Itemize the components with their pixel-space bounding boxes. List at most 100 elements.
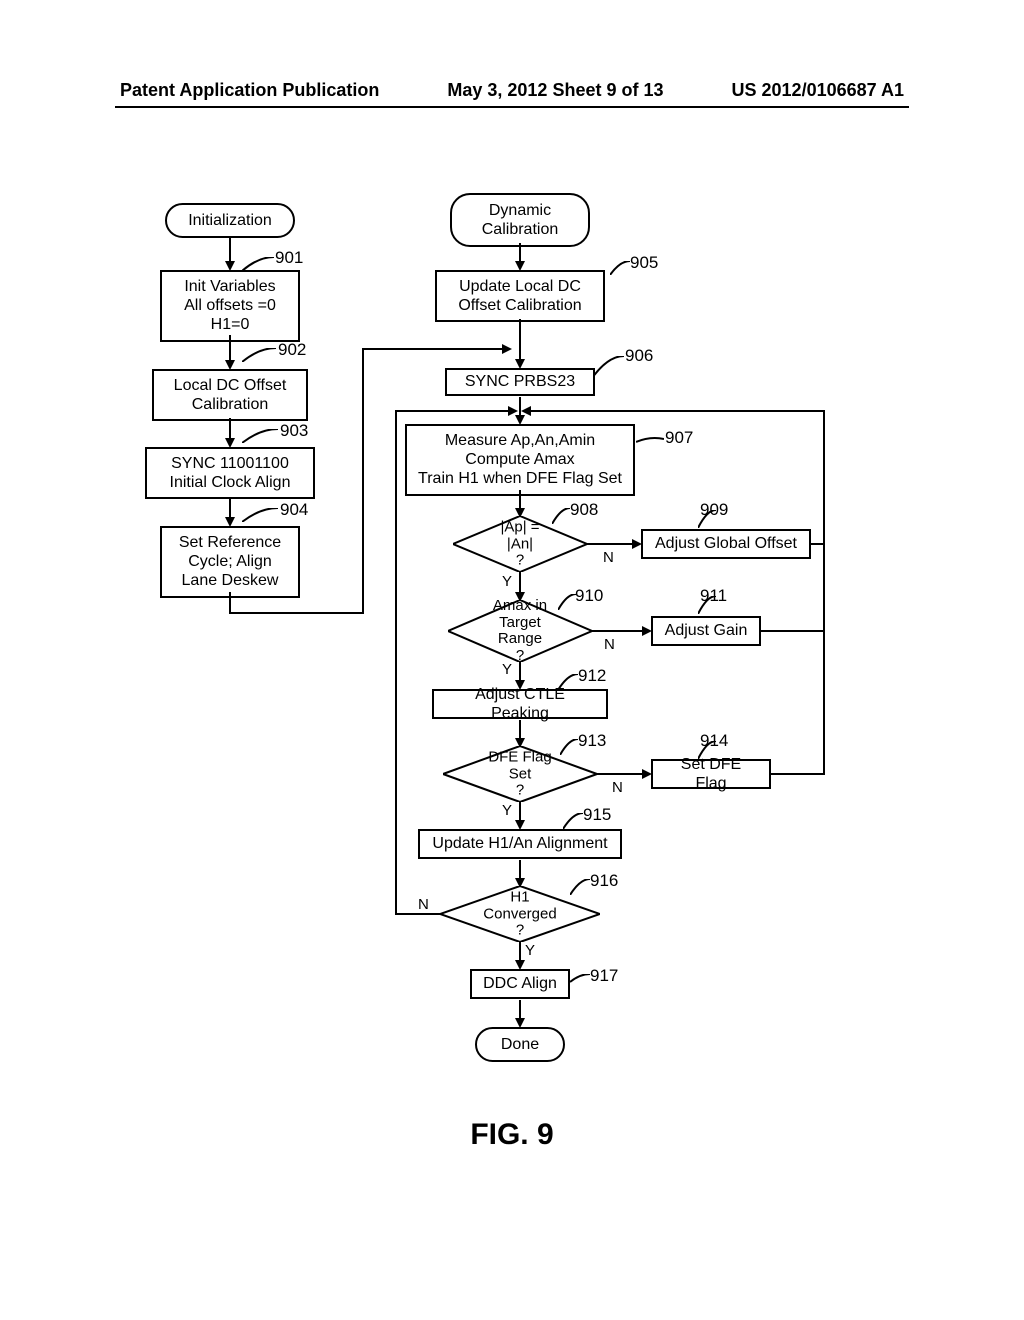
leader-917 [570, 974, 590, 986]
arrow [229, 497, 231, 517]
ref-915: 915 [583, 805, 611, 825]
n910-text: Amax in Target Range ? [484, 598, 556, 664]
header-right: US 2012/0106687 A1 [732, 80, 904, 101]
leader-901 [242, 257, 274, 271]
y-label-908: Y [502, 573, 512, 590]
ref-908: 908 [570, 500, 598, 520]
line [592, 630, 642, 632]
arrow [229, 335, 231, 360]
n-label-908: N [603, 549, 614, 566]
n901-process: Init Variables All offsets =0 H1=0 [160, 270, 300, 342]
arrow [519, 1000, 521, 1018]
ref-907: 907 [665, 428, 693, 448]
line [597, 773, 642, 775]
n-label-913: N [612, 779, 623, 796]
n914-process: Set DFE Flag [651, 759, 771, 789]
n915-process: Update H1/An Alignment [418, 829, 622, 859]
n906-text: SYNC PRBS23 [465, 372, 575, 391]
ref-913: 913 [578, 731, 606, 751]
dyn-cal-text: Dynamic Calibration [482, 201, 558, 239]
line [395, 913, 440, 915]
n904-text: Set Reference Cycle; Align Lane Deskew [179, 533, 281, 591]
done-text: Done [501, 1035, 539, 1054]
arrow [519, 802, 521, 820]
ref-912: 912 [578, 666, 606, 686]
ref-910: 910 [575, 586, 603, 606]
arrow [229, 418, 231, 438]
dyn-cal-terminator: Dynamic Calibration [450, 193, 590, 247]
n916-text: H1 Converged ? [480, 889, 560, 939]
leader-903 [242, 429, 278, 443]
line [395, 410, 508, 412]
flowchart-diagram: Initialization 901 Init Variables All of… [0, 108, 1024, 1108]
n907-text: Measure Ap,An,Amin Compute Amax Train H1… [418, 431, 622, 489]
arrow [519, 720, 521, 738]
header-left: Patent Application Publication [120, 80, 379, 101]
n912-process: Adjust CTLE Peaking [432, 689, 608, 719]
y-label-913: Y [502, 802, 512, 819]
y-label-916: Y [525, 942, 535, 959]
arrow [519, 243, 521, 261]
leader-909 [698, 510, 716, 528]
ref-904: 904 [280, 500, 308, 520]
n904-process: Set Reference Cycle; Align Lane Deskew [160, 526, 300, 598]
n912-text: Adjust CTLE Peaking [444, 685, 596, 723]
line [771, 773, 825, 775]
ref-906: 906 [625, 346, 653, 366]
line [823, 410, 825, 543]
arrowhead-icon [521, 406, 531, 416]
line [823, 632, 825, 775]
n907-process: Measure Ap,An,Amin Compute Amax Train H1… [405, 424, 635, 496]
n905-process: Update Local DC Offset Calibration [435, 270, 605, 322]
n915-text: Update H1/An Alignment [432, 834, 607, 853]
n911-text: Adjust Gain [665, 621, 748, 640]
line [587, 543, 632, 545]
ref-917: 917 [590, 966, 618, 986]
n908-decision: |Ap| = |An| ? [453, 516, 587, 572]
line [229, 612, 364, 614]
n-label-916: N [418, 896, 429, 913]
line [362, 348, 502, 350]
leader-905 [610, 261, 630, 275]
n908-text: |Ap| = |An| ? [487, 519, 554, 569]
y-label-910: Y [502, 661, 512, 678]
figure-label: FIG. 9 [0, 1118, 1024, 1152]
line [531, 410, 825, 412]
leader-904 [242, 508, 278, 522]
n902-process: Local DC Offset Calibration [152, 369, 308, 421]
page-header: Patent Application Publication May 3, 20… [0, 0, 1024, 106]
line [229, 592, 231, 612]
line [395, 410, 397, 915]
leader-906 [590, 356, 624, 381]
n917-text: DDC Align [483, 974, 557, 993]
arrow [519, 572, 521, 592]
n911-process: Adjust Gain [651, 616, 761, 646]
leader-916 [570, 879, 590, 895]
leader-902 [242, 348, 276, 362]
line [823, 586, 825, 632]
n-label-910: N [604, 636, 615, 653]
n903-text: SYNC 11001100 Initial Clock Align [170, 454, 291, 492]
n917-process: DDC Align [470, 969, 570, 999]
leader-914 [698, 741, 716, 759]
ref-905: 905 [630, 253, 658, 273]
arrow [519, 860, 521, 878]
ref-916: 916 [590, 871, 618, 891]
n909-process: Adjust Global Offset [641, 529, 811, 559]
leader-908 [552, 508, 570, 524]
line [761, 630, 825, 632]
n906-process: SYNC PRBS23 [445, 368, 595, 396]
arrow [519, 319, 521, 359]
ref-902: 902 [278, 340, 306, 360]
init-start-text: Initialization [188, 211, 272, 230]
header-center: May 3, 2012 Sheet 9 of 13 [447, 80, 663, 101]
done-terminator: Done [475, 1027, 565, 1062]
n914-text: Set DFE Flag [663, 755, 759, 793]
leader-911 [698, 596, 716, 614]
n905-text: Update Local DC Offset Calibration [458, 277, 581, 315]
arrowhead-icon [508, 406, 518, 416]
leader-907 [636, 436, 664, 446]
arrow [229, 236, 231, 261]
leader-915 [563, 813, 583, 829]
ref-903: 903 [280, 421, 308, 441]
